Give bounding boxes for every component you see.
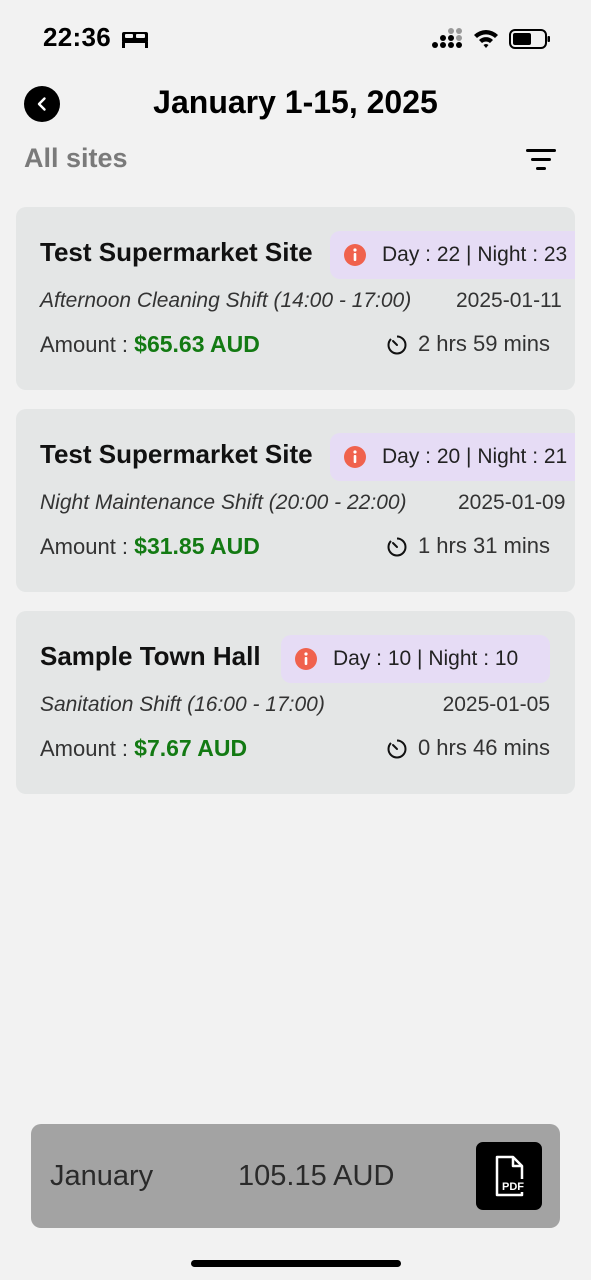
card-duration: 0 hrs 46 mins — [386, 735, 550, 761]
card-amount: Amount : $7.67 AUD — [40, 735, 247, 762]
day-night-badge: Day : 20 | Night : 21 — [330, 433, 575, 481]
card-duration: 2 hrs 59 mins — [386, 331, 550, 357]
card-site-name: Test Supermarket Site — [40, 439, 313, 469]
day-night-badge: Day : 10 | Night : 10 — [281, 635, 550, 683]
total-month: January — [50, 1160, 154, 1192]
amount-value: $65.63 AUD — [134, 331, 260, 357]
card-shift-name: Afternoon Cleaning Shift (14:00 - 17:00) — [40, 289, 412, 312]
badge-text: Day : 10 | Night : 10 — [333, 647, 519, 670]
filter-icon — [526, 149, 556, 170]
amount-label: Amount : — [40, 736, 135, 761]
page-title: January 1-15, 2025 — [153, 84, 438, 120]
shift-list: Test Supermarket Site Day : 22 | Night :… — [16, 207, 576, 813]
info-icon — [344, 244, 366, 266]
export-pdf-button[interactable]: PDF — [476, 1142, 542, 1210]
site-filter-label[interactable]: All sites — [24, 143, 128, 174]
info-icon — [295, 648, 317, 670]
cellular-signal-icon — [432, 28, 462, 48]
amount-label: Amount : — [40, 534, 135, 559]
shift-card[interactable]: Sample Town Hall Day : 10 | Night : 10 S… — [16, 611, 575, 794]
info-icon — [344, 446, 366, 468]
timer-icon — [387, 739, 407, 759]
duration-text: 0 hrs 46 mins — [417, 735, 550, 760]
card-date: 2025-01-09 — [458, 491, 566, 514]
shift-card[interactable]: Test Supermarket Site Day : 20 | Night :… — [16, 409, 575, 592]
day-night-badge: Day : 22 | Night : 23 — [330, 231, 575, 279]
card-amount: Amount : $31.85 AUD — [40, 533, 260, 560]
monthly-total-bar: January 105.15 AUD PDF — [31, 1124, 560, 1228]
amount-label: Amount : — [40, 332, 135, 357]
card-date: 2025-01-05 — [442, 693, 550, 716]
card-date: 2025-01-11 — [456, 289, 562, 312]
pdf-file-icon: PDF — [495, 1155, 528, 1197]
timer-icon — [387, 335, 407, 355]
card-amount: Amount : $65.63 AUD — [40, 331, 260, 358]
timer-icon — [387, 537, 407, 557]
bed-icon — [122, 32, 148, 48]
card-site-name: Sample Town Hall — [40, 641, 261, 671]
pdf-label: PDF — [502, 1181, 524, 1193]
card-shift-name: Sanitation Shift (16:00 - 17:00) — [40, 693, 325, 716]
amount-value: $7.67 AUD — [134, 735, 248, 761]
total-amount: 105.15 AUD — [238, 1160, 395, 1192]
amount-value: $31.85 AUD — [134, 533, 260, 559]
card-shift-name: Night Maintenance Shift (20:00 - 22:00) — [40, 491, 407, 514]
card-duration: 1 hrs 31 mins — [386, 533, 550, 559]
wifi-icon — [474, 30, 498, 48]
duration-text: 2 hrs 59 mins — [417, 331, 550, 356]
shift-card[interactable]: Test Supermarket Site Day : 22 | Night :… — [16, 207, 575, 390]
status-time: 22:36 — [43, 22, 111, 52]
card-site-name: Test Supermarket Site — [40, 237, 313, 267]
status-bar: 22:36 — [0, 0, 591, 80]
badge-text: Day : 20 | Night : 21 — [382, 445, 568, 468]
home-indicator — [191, 1260, 401, 1267]
badge-text: Day : 22 | Night : 23 — [382, 243, 568, 266]
filter-button[interactable] — [522, 146, 560, 174]
battery-icon — [509, 29, 550, 49]
duration-text: 1 hrs 31 mins — [417, 533, 550, 558]
